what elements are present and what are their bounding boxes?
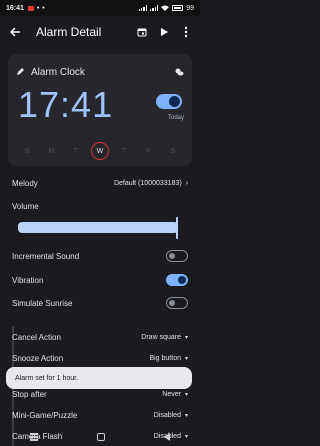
mini-game-row[interactable]: Mini-Game/Puzzle Disabled ▾ [12,411,188,420]
snooze-action-label: Snooze Action [12,354,64,363]
simulate-sunrise-label: Simulate Sunrise [12,298,73,308]
day-night-button[interactable] [174,63,184,81]
volume-label: Volume [12,202,39,211]
alarm-label[interactable]: Alarm Clock [31,67,85,78]
day-thursday[interactable]: T [115,142,133,160]
day-monday[interactable]: M [42,142,60,160]
stop-after-value: Never [162,391,181,398]
weekday-selector: S M T W T F S [18,142,182,160]
day-tuesday[interactable]: T [67,142,85,160]
play-icon [161,28,168,36]
snackbar-message: Alarm set for 1 hour. [15,374,79,382]
alarm-time[interactable]: 17:41 [18,84,113,126]
melody-row[interactable]: Melody Default (1000033183) › [12,179,188,188]
battery-level: 99 [186,4,194,12]
stop-after-row[interactable]: Stop after Never ▾ [12,390,188,399]
mini-game-label: Mini-Game/Puzzle [12,411,78,420]
calendar-button[interactable] [136,26,148,38]
day-saturday[interactable]: S [164,142,182,160]
dropdown-arrow-icon: ▾ [184,392,188,398]
vibration-toggle[interactable] [166,274,188,286]
wifi-icon [161,5,170,11]
dropdown-arrow-icon: ▾ [184,356,188,362]
dropdown-arrow-icon: ▾ [184,335,188,341]
snackbar: Alarm set for 1 hour. [6,367,192,389]
signal-icon [138,5,148,11]
dropdown-arrow-icon: ▾ [184,413,188,419]
more-vert-icon [184,26,188,38]
weather-icon [175,68,184,76]
alarm-card: Alarm Clock 17:41 Today S M T W T F S [8,54,192,166]
back-button[interactable] [8,25,22,39]
cancel-action-label: Cancel Action [12,333,61,342]
arrow-back-icon [10,27,20,37]
signal-icon-2 [150,5,159,11]
melody-label: Melody [12,179,38,188]
app-bar: Alarm Detail [0,16,200,48]
chevron-right-icon: › [185,180,188,187]
more-options-button[interactable] [180,26,192,38]
stop-after-label: Stop after [12,390,47,399]
recents-nav-button[interactable] [29,436,38,438]
battery-icon [172,5,184,11]
volume-slider[interactable] [18,222,178,233]
incremental-sound-toggle[interactable] [166,250,188,262]
vibration-row: Vibration [12,274,188,286]
pencil-icon [17,68,24,75]
incremental-sound-label: Incremental Sound [12,251,80,261]
melody-value: Default (1000033183) [113,180,182,187]
status-time: 16:41 [6,4,24,12]
notification-icon [27,5,34,11]
day-wednesday[interactable]: W [90,142,109,160]
system-nav-bar [0,428,200,446]
home-nav-button[interactable] [96,433,105,441]
volume-row: Volume [12,202,188,211]
simulate-sunrise-row: Simulate Sunrise [12,297,188,309]
volume-slider-handle[interactable] [176,217,178,239]
cancel-action-value: Draw square [141,334,181,341]
alarm-enabled-toggle[interactable] [156,94,182,109]
day-sunday[interactable]: S [18,142,36,160]
page-title: Alarm Detail [36,25,102,39]
back-nav-button[interactable] [164,433,171,441]
snooze-action-row[interactable]: Snooze Action Big button ▾ [12,354,188,363]
day-friday[interactable]: F [140,142,158,160]
incremental-sound-row: Incremental Sound [12,250,188,262]
mini-game-value: Disabled [153,412,181,419]
calendar-icon [137,28,147,37]
cancel-action-row[interactable]: Cancel Action Draw square ▾ [12,333,188,342]
today-label: Today [167,115,184,121]
status-bar: 16:41 • • 99 [0,0,200,16]
snooze-action-value: Big button [149,355,181,362]
play-button[interactable] [158,26,170,38]
vibration-label: Vibration [12,275,44,285]
edit-label-icon[interactable] [16,63,25,81]
status-dots: • • [36,4,46,12]
simulate-sunrise-toggle[interactable] [166,297,188,309]
